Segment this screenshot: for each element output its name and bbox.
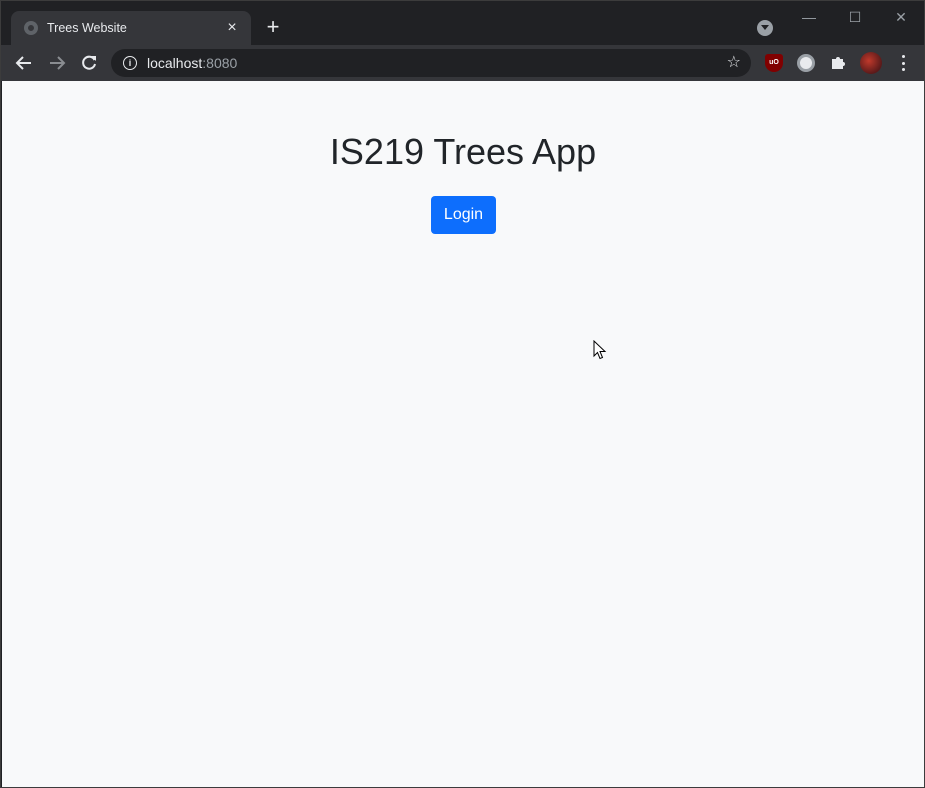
back-icon[interactable] [13,52,35,74]
login-button[interactable]: Login [431,196,496,234]
url-host: localhost [147,55,203,71]
tab-trees-website[interactable]: Trees Website × [11,11,251,45]
site-info-icon[interactable]: i [123,56,137,70]
forward-icon[interactable] [46,52,68,74]
extensions-puzzle-icon[interactable] [829,54,847,72]
maximize-icon[interactable]: ☐ [845,7,865,27]
tab-search-icon[interactable] [757,20,773,36]
minimize-icon[interactable]: — [799,7,819,27]
profile-avatar[interactable] [860,52,882,74]
mouse-pointer-icon [593,340,607,360]
address-bar[interactable]: i localhost:8080 ☆ [111,49,751,77]
browser-toolbar: i localhost:8080 ☆ uO [1,45,924,81]
globe-icon [24,21,38,35]
new-tab-icon[interactable]: + [262,16,284,39]
close-tab-icon[interactable]: × [223,19,241,37]
tab-strip: Trees Website × + — ☐ ✕ [1,1,924,45]
window-close-icon[interactable]: ✕ [891,7,911,27]
tab-title: Trees Website [47,21,127,35]
page-title: IS219 Trees App [329,131,597,172]
browser-window: Trees Website × + — ☐ ✕ i localhost:8080… [0,0,925,788]
url-port: :8080 [202,55,238,71]
page-viewport: IS219 Trees App Login [2,81,924,787]
browser-menu-icon[interactable] [894,53,912,73]
reload-icon[interactable] [78,52,100,74]
bookmark-star-icon[interactable]: ☆ [727,54,741,72]
circle-extension-icon[interactable] [797,54,815,72]
ublock-icon[interactable]: uO [765,54,783,72]
